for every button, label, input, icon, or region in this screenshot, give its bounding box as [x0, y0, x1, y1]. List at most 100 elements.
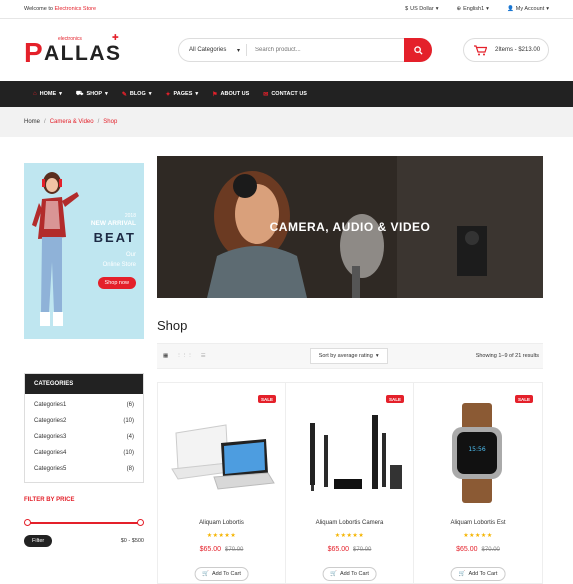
nav-label: PAGES [173, 91, 193, 97]
nav-label: CONTACT US [271, 91, 307, 97]
shop-now-button[interactable]: Shop now [97, 277, 136, 289]
logo[interactable]: P ALLAS electronics ✚ [24, 33, 144, 68]
model-image [32, 172, 79, 326]
hero-title: CAMERA, AUDIO & VIDEO [269, 220, 431, 234]
main-nav: ⌂ HOME ▾ ⛟ SHOP ▾ ✎ BLOG ▾ ✦ PAGES ▾ ⚑ ABOUT US ✉… [0, 81, 573, 107]
globe-icon: ⊕ [456, 6, 462, 12]
breadcrumb: Home / Camera & Video / Shop [0, 107, 573, 137]
category-count: (4) [126, 434, 134, 440]
language-dropdown[interactable]: ⊕ English1 ▾ [456, 6, 488, 12]
category-item[interactable]: Categories3 (4) [25, 429, 143, 445]
sale-badge: SALE [385, 395, 404, 403]
nav-pages[interactable]: ✦ PAGES ▾ [166, 91, 199, 98]
old-price: $70.00 [225, 547, 244, 553]
nav-shop[interactable]: ⛟ SHOP ▾ [76, 90, 108, 98]
slider-handle-min[interactable] [24, 519, 31, 526]
old-price: $70.00 [481, 547, 500, 553]
rating-stars: ★★★★★ [334, 533, 365, 539]
grid-view-icon[interactable]: ▦ [163, 353, 168, 359]
laptop-image [171, 424, 275, 490]
category-name: Categories1 [34, 402, 67, 408]
nav-contact[interactable]: ✉ CONTACT US [263, 91, 307, 98]
product-name[interactable]: Aliquam Lobortis Camera [286, 520, 413, 526]
category-count: (8) [126, 466, 134, 472]
category-item[interactable]: Categories2 (10) [25, 413, 143, 429]
chevron-down-icon: ▾ [546, 6, 549, 12]
breadcrumb-category[interactable]: Camera & Video [50, 119, 94, 125]
product-name[interactable]: Aliquam Lobortis [158, 520, 285, 526]
category-select[interactable]: All Categories ▾ [179, 44, 247, 56]
nav-label: SHOP [86, 91, 103, 97]
currency-dropdown[interactable]: $ US Dollar ▾ [405, 6, 438, 12]
pages-icon: ✦ [165, 91, 171, 98]
price-slider[interactable] [24, 519, 144, 527]
breadcrumb-home[interactable]: Home [24, 119, 40, 125]
add-to-cart-button[interactable]: 🛒 Add To Cart [450, 567, 506, 581]
currency-label: US Dollar [410, 6, 434, 12]
product-name[interactable]: Aliquam Lobortis Est [414, 520, 542, 526]
slider-track [28, 522, 140, 524]
banner-new-arrival: NEW ARRIVAL [90, 220, 136, 227]
basket-icon: ⛟ [75, 91, 84, 97]
cart-icon [474, 44, 487, 55]
cart-icon: 🛒 [202, 571, 209, 577]
nav-blog[interactable]: ✎ BLOG ▾ [122, 91, 152, 98]
product-card[interactable]: SALE 15:56 Aliquam Lobortis Est ★★★★★ $6… [414, 383, 542, 583]
chevron-down-icon: ▾ [148, 91, 152, 97]
filter-button[interactable]: Filter [24, 535, 53, 547]
category-count: (6) [126, 402, 134, 408]
add-to-cart-button[interactable]: 🛒 Add To Cart [322, 567, 377, 581]
list-view-icon[interactable]: ☰ [201, 353, 206, 359]
category-item[interactable]: Categories5 (8) [25, 461, 143, 477]
speaker-system-image [310, 415, 402, 491]
sale-badge: SALE [257, 395, 276, 403]
account-label: My Account [515, 6, 545, 12]
cart-summary: 2Items - $213.00 [495, 47, 541, 53]
chevron-down-icon: ▾ [486, 6, 489, 12]
nav-about[interactable]: ⚑ ABOUT US [212, 91, 249, 98]
plus-icon: ✚ [112, 33, 119, 42]
chevron-down-icon: ▾ [59, 91, 62, 97]
sort-select[interactable]: Sort by average rating ▾ [309, 348, 388, 364]
sidebar-banner[interactable]: 2018 NEW ARRIVAL BEAT Our Online Store Sh… [24, 163, 144, 339]
blog-icon: ✎ [121, 91, 127, 98]
account-dropdown[interactable]: 👤 My Account ▾ [507, 6, 549, 12]
nav-home[interactable]: ⌂ HOME ▾ [33, 91, 62, 97]
results-count: Showing 1–9 of 21 results [475, 353, 539, 359]
rating-stars: ★★★★★ [206, 533, 237, 539]
about-icon: ⚑ [212, 91, 218, 98]
category-count: (10) [123, 450, 134, 456]
old-price: $70.00 [353, 547, 372, 553]
category-item[interactable]: Categories1 (6) [25, 397, 143, 413]
slider-handle-max[interactable] [137, 519, 144, 526]
sidebar: 2018 NEW ARRIVAL BEAT Our Online Store Sh… [24, 163, 144, 547]
logo-subtitle: electronics [58, 36, 82, 42]
hero-banner[interactable]: CAMERA, AUDIO & VIDEO [157, 156, 543, 298]
nav-label: HOME [39, 91, 57, 97]
category-name: Categories2 [34, 418, 67, 424]
add-to-cart-label: Add To Cart [211, 571, 241, 577]
cart-button[interactable]: 2Items - $213.00 [463, 38, 549, 62]
category-item[interactable]: Categories4 (10) [25, 445, 143, 461]
user-icon: 👤 [506, 6, 514, 12]
language-label: English1 [463, 6, 485, 12]
product-card[interactable]: SALE Aliquam Lobortis ★★★★★ $65.00 $70.00… [158, 383, 286, 583]
add-to-cart-label: Add To Cart [468, 571, 498, 577]
chevron-down-icon: ▾ [375, 353, 379, 359]
filter-title: FILTER BY PRICE [24, 497, 75, 503]
chevron-down-icon: ▾ [236, 47, 240, 54]
smartwatch-image: 15:56 [452, 403, 502, 503]
product-card[interactable]: SALE Aliquam Lobortis Camera ★★★★★ $65.0… [286, 383, 414, 583]
main-content: CAMERA, AUDIO & VIDEO Shop ▦ ⋮⋮⋮ ☰ Sort … [157, 156, 543, 584]
chevron-down-icon: ▾ [435, 6, 439, 12]
chevron-down-icon: ▾ [105, 91, 108, 97]
grid-small-view-icon[interactable]: ⋮⋮⋮ [176, 353, 193, 359]
add-to-cart-button[interactable]: 🛒 Add To Cart [194, 567, 249, 581]
product-price: $65.00 $70.00 [286, 546, 413, 553]
search-button[interactable] [404, 38, 432, 62]
add-to-cart-label: Add To Cart [339, 571, 369, 577]
welcome-label: Welcome to [24, 6, 53, 12]
shop-toolbar: ▦ ⋮⋮⋮ ☰ Sort by average rating ▾ Showing … [157, 343, 543, 369]
banner-line2: Online Store [102, 262, 136, 268]
welcome-text: Welcome to Electronics Store [24, 6, 96, 12]
